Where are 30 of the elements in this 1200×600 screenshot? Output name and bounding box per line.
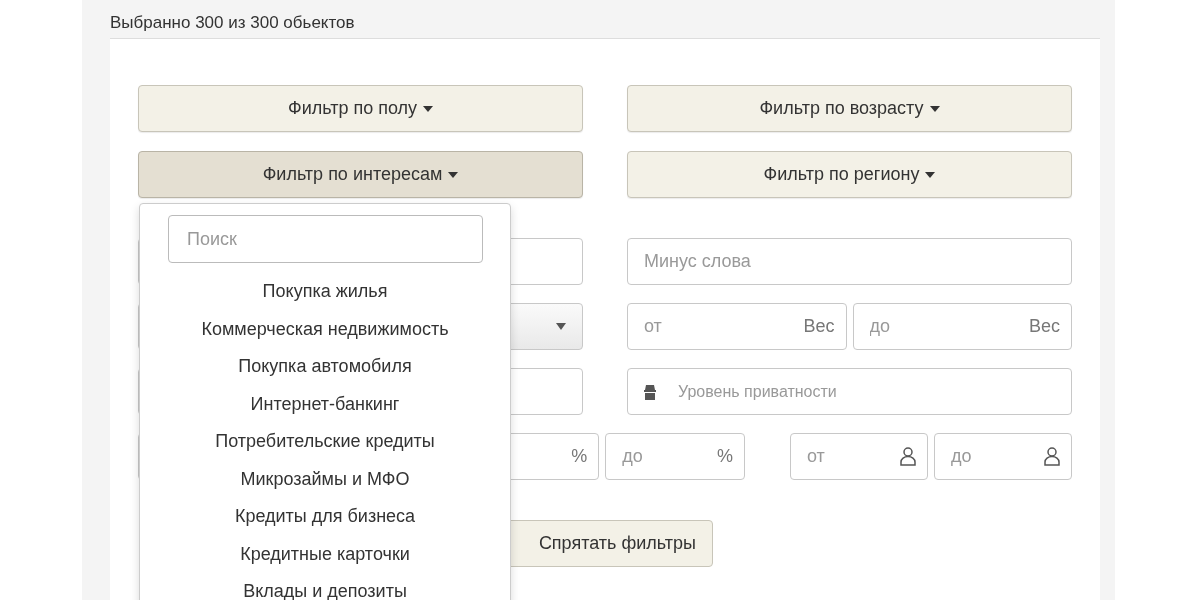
menu-item[interactable]: Микрозаймы и МФО [240,460,410,498]
input-field[interactable]: от [790,433,928,480]
menu-item[interactable]: Покупка автомобиля [238,348,412,386]
user-icon [900,447,916,466]
caret-icon [423,105,434,112]
menu-item[interactable]: Потребительские кредиты [215,423,435,461]
caret-icon [925,171,936,178]
menu-item[interactable]: Коммерческая недвижимость [201,310,449,348]
input-field[interactable]: Минус слова [627,238,1072,285]
menu-item[interactable]: Интернет-банкинг [250,385,400,423]
input-field[interactable]: до [934,433,1072,480]
filter-button[interactable]: Фильтр по региону [627,151,1072,198]
menu-item[interactable]: Кредиты для бизнеса [234,498,416,536]
field-suffix: % [717,446,733,467]
filter-button[interactable]: Фильтр по интересам [138,151,583,198]
selection-count: Выбранно 300 из 300 обьектов [110,12,355,34]
menu-item[interactable]: Покупка жилья [262,273,388,311]
caret-icon [556,323,566,330]
search-field[interactable]: Поиск [168,215,483,263]
user-icon [1044,447,1060,466]
menu-item[interactable]: Вклады и депозиты [243,573,407,600]
field-suffix: Вес [803,316,835,337]
field-suffix: Вес [1028,316,1060,337]
filter-button[interactable]: Фильтр по возрасту [627,85,1072,132]
menu-item[interactable]: Кредитные карточки [240,535,410,573]
caret-icon [929,105,940,112]
input-field[interactable]: Уровень приватности [627,368,1072,415]
field-suffix: % [571,446,588,467]
filter-button[interactable]: Фильтр по полу [138,85,583,132]
caret-icon [448,171,459,178]
